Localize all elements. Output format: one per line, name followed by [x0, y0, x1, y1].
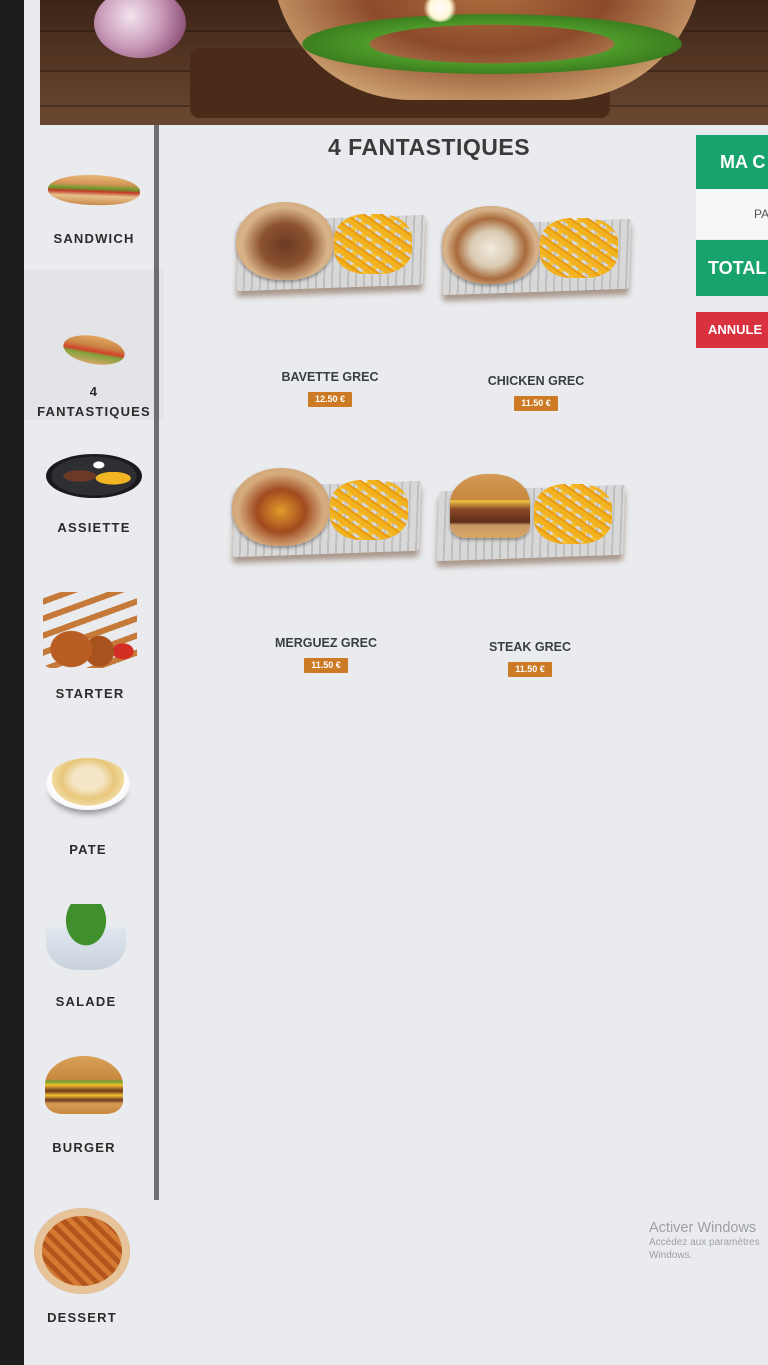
sidebar-item-label: PATE [69, 842, 107, 857]
watermark-line: Windows. [649, 1250, 693, 1261]
sidebar-item-label: BURGER [52, 1140, 116, 1155]
sidebar-item-label: DESSERT [47, 1310, 117, 1325]
watermark-line: Accédez aux paramètres [649, 1237, 760, 1248]
cancel-button[interactable]: ANNULE [696, 312, 768, 348]
product-name: BAVETTE GREC [281, 370, 379, 384]
sidebar-item-label: SALADE [55, 994, 117, 1009]
product-card-bavette-grec[interactable]: BAVETTE GREC 12.50 € [230, 196, 430, 407]
waffle-icon [34, 1208, 130, 1294]
product-image [226, 462, 426, 572]
product-price-badge: 12.50 € [308, 392, 352, 407]
category-sidebar: SANDWICH 4 FANTASTIQUES ASSIETTE STARTER… [24, 125, 174, 1365]
sidebar-item-starter[interactable]: STARTER [24, 570, 160, 720]
burger-icon [45, 1056, 123, 1114]
product-price-badge: 11.50 € [304, 658, 348, 673]
product-price-badge: 11.50 € [514, 396, 558, 411]
total-button[interactable]: TOTAL [696, 240, 768, 296]
product-image [436, 200, 636, 310]
sidebar-item-burger[interactable]: BURGER [24, 1020, 154, 1170]
plate-icon [46, 454, 142, 498]
product-card-chicken-grec[interactable]: CHICKEN GREC 11.50 € [436, 200, 636, 411]
product-name: CHICKEN GREC [487, 374, 585, 388]
onion-image [94, 0, 186, 58]
pasta-icon [46, 758, 130, 810]
product-card-steak-grec[interactable]: STEAK GREC 11.50 € [430, 466, 630, 677]
sidebar-item-4-fantastiques[interactable]: 4 FANTASTIQUES [24, 270, 164, 420]
sidebar-item-label: STARTER [55, 686, 125, 701]
cart-subheader: PA [696, 189, 768, 239]
sidebar-item-label: SANDWICH [53, 231, 135, 246]
sidebar-item-assiette[interactable]: ASSIETTE [24, 420, 164, 570]
sidebar-item-dessert[interactable]: DESSERT [24, 1200, 152, 1350]
sidebar-item-salade[interactable]: SALADE [24, 870, 156, 1020]
sidebar-item-label: 4 FANTASTIQUES [37, 384, 151, 419]
windows-activation-watermark: Activer Windows Accédez aux paramètres W… [649, 1220, 768, 1262]
product-name: MERGUEZ GREC [274, 636, 378, 650]
sandwich-icon [47, 173, 141, 207]
product-price-badge: 11.50 € [508, 662, 552, 677]
sidebar-item-sandwich[interactable]: SANDWICH [24, 125, 164, 270]
kiosk-screen: SANDWICH 4 FANTASTIQUES ASSIETTE STARTER… [24, 0, 768, 1365]
watermark-title: Activer Windows [649, 1220, 757, 1236]
sidebar-divider [154, 125, 159, 1200]
product-name: STEAK GREC [489, 640, 571, 654]
starter-icon [43, 592, 137, 668]
cart-header: MA C [696, 135, 768, 189]
sidebar-item-label: ASSIETTE [57, 520, 131, 535]
product-image [230, 196, 430, 306]
product-card-merguez-grec[interactable]: MERGUEZ GREC 11.50 € [226, 462, 426, 673]
salad-icon [46, 904, 126, 970]
sidebar-item-pate[interactable]: PATE [24, 720, 158, 870]
hero-banner-image [40, 0, 768, 125]
pita-icon [61, 330, 127, 370]
product-image [430, 466, 630, 576]
category-title: 4 FANTASTIQUES [327, 134, 531, 160]
